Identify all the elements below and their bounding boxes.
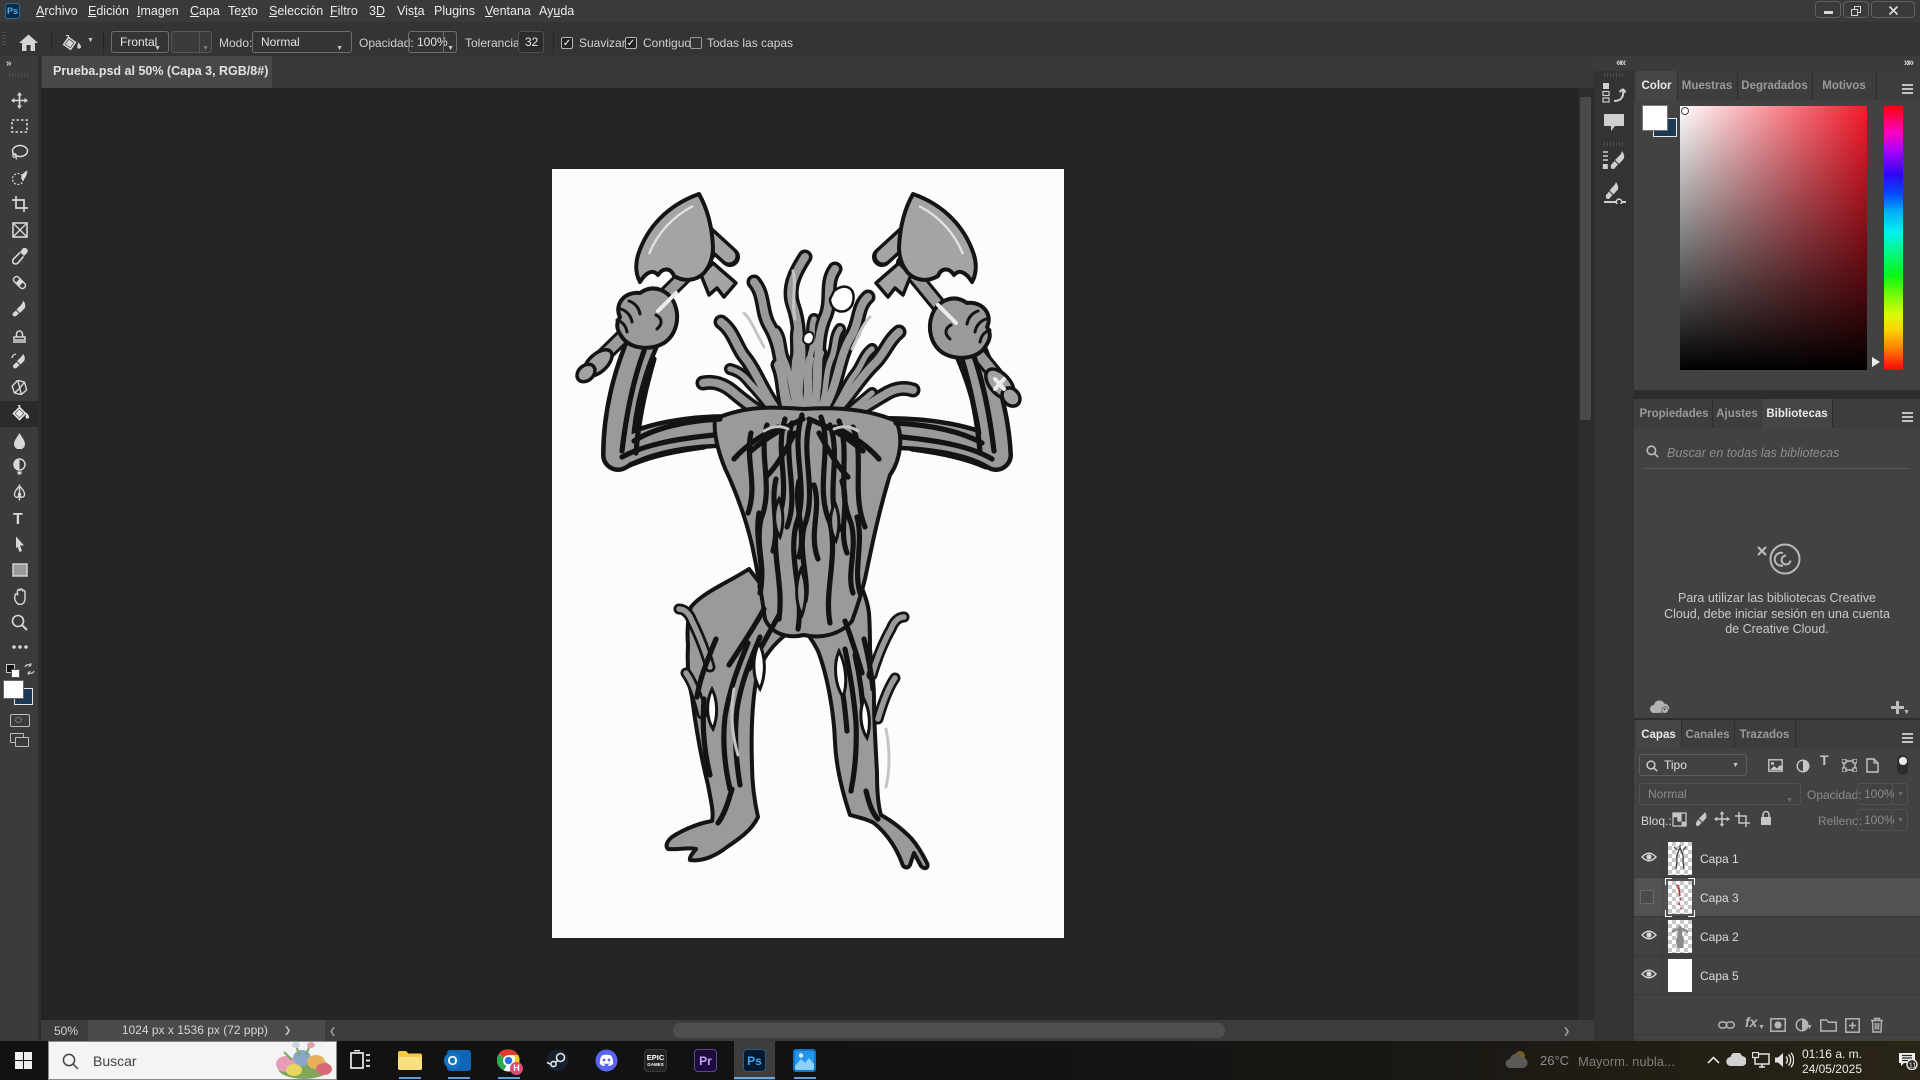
svg-text:11: 11 [1909, 1060, 1917, 1069]
svg-text:T: T [13, 511, 23, 526]
